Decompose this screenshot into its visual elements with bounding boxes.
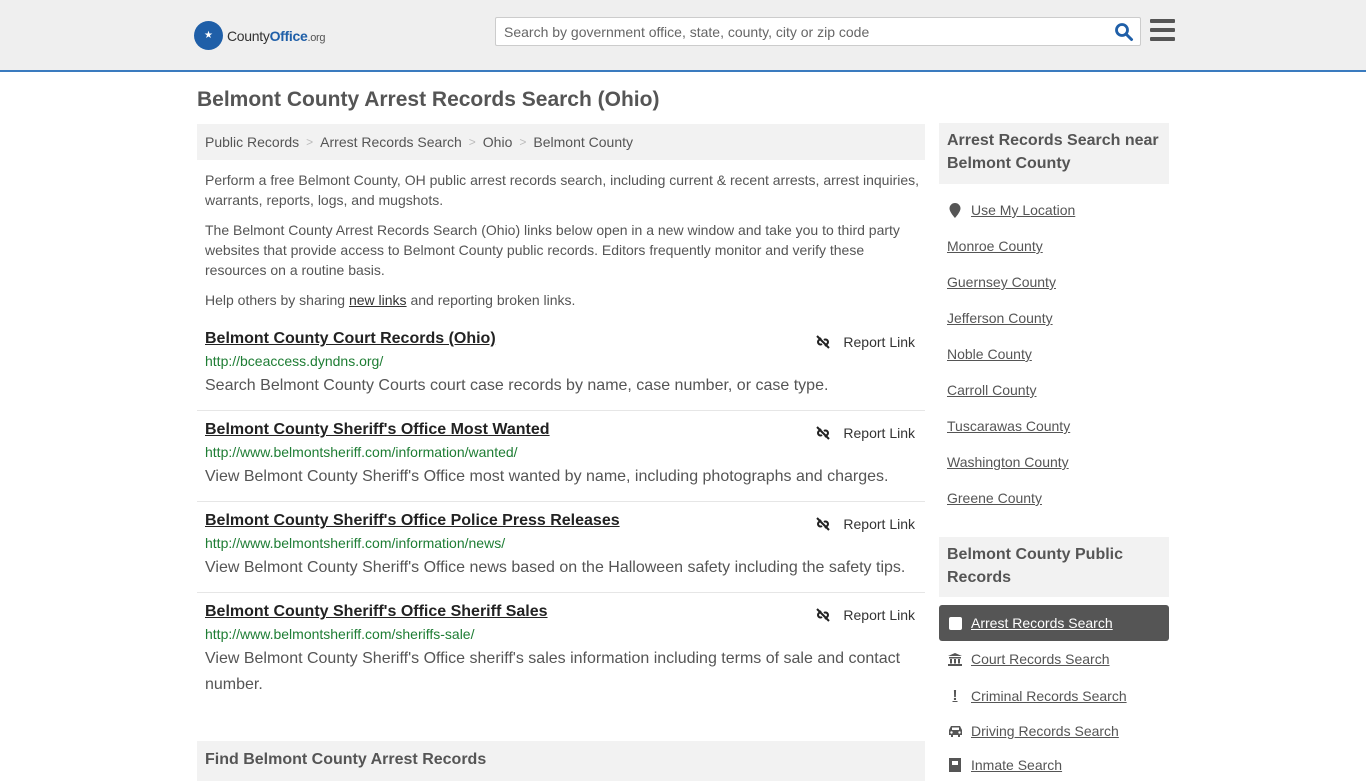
result-title-link[interactable]: Belmont County Sheriff's Office Police P… — [205, 512, 620, 530]
intro-paragraph-3: Help others by sharing new links and rep… — [205, 292, 576, 308]
find-arrest-records-heading: Find Belmont County Arrest Records — [197, 741, 925, 781]
result-url: http://www.belmontsheriff.com/sheriffs-s… — [205, 626, 475, 642]
result-title-link[interactable]: Belmont County Sheriff's Office Sheriff … — [205, 603, 548, 621]
sidebar-item-inmate-search[interactable]: Inmate Search — [947, 757, 1062, 773]
breadcrumb-separator: > — [468, 135, 476, 149]
intro-paragraph-2: The Belmont County Arrest Records Search… — [205, 222, 900, 278]
nearby-county-link[interactable]: Greene County — [947, 490, 1042, 506]
car-icon — [947, 725, 963, 737]
breadcrumb-public-records[interactable]: Public Records — [205, 134, 299, 150]
site-logo[interactable]: ★ CountyOffice.org — [194, 21, 326, 50]
result-item: Belmont County Sheriff's Office Police P… — [197, 512, 925, 593]
search-input[interactable] — [496, 18, 1096, 45]
public-records-heading: Belmont County Public Records — [939, 537, 1169, 597]
courthouse-icon — [947, 652, 963, 666]
nearby-county-link[interactable]: Noble County — [947, 346, 1032, 362]
sidebar-item-arrest-records[interactable]: Arrest Records Search — [939, 605, 1169, 641]
sidebar-item-court-records[interactable]: Court Records Search — [947, 651, 1110, 667]
page-title: Belmont County Arrest Records Search (Oh… — [197, 88, 660, 111]
new-links-link[interactable]: new links — [349, 292, 407, 308]
result-url: http://www.belmontsheriff.com/informatio… — [205, 444, 518, 460]
intro-paragraph-1: Perform a free Belmont County, OH public… — [205, 172, 920, 208]
result-item: Belmont County Court Records (Ohio) Repo… — [197, 330, 925, 411]
broken-link-icon — [816, 426, 831, 440]
report-link-button[interactable]: Report Link — [815, 334, 915, 350]
breadcrumb-separator: > — [306, 135, 314, 149]
result-url: http://www.belmontsheriff.com/informatio… — [205, 535, 506, 551]
square-icon — [949, 616, 962, 630]
logo-text-org: .org — [307, 31, 326, 44]
result-description: View Belmont County Sheriff's Office mos… — [205, 468, 889, 485]
nearby-county-link[interactable]: Carroll County — [947, 382, 1036, 398]
broken-link-icon — [816, 517, 831, 531]
sidebar-item-criminal-records[interactable]: ! Criminal Records Search — [947, 687, 1127, 704]
inmate-icon — [947, 758, 963, 772]
report-link-button[interactable]: Report Link — [815, 516, 915, 532]
broken-link-icon — [816, 335, 831, 349]
result-description: View Belmont County Sheriff's Office new… — [205, 559, 906, 576]
hamburger-menu-icon[interactable] — [1150, 19, 1175, 41]
sidebar-item-driving-records[interactable]: Driving Records Search — [947, 723, 1119, 739]
map-marker-icon — [947, 202, 963, 218]
breadcrumb-arrest-records[interactable]: Arrest Records Search — [320, 134, 462, 150]
result-url: http://bceaccess.dyndns.org/ — [205, 353, 384, 369]
site-header: ★ CountyOffice.org — [0, 0, 1366, 72]
nearby-county-link[interactable]: Guernsey County — [947, 274, 1056, 290]
result-description: Search Belmont County Courts court case … — [205, 377, 829, 394]
breadcrumb-separator: > — [519, 135, 527, 149]
nearby-county-link[interactable]: Washington County — [947, 454, 1069, 470]
report-link-button[interactable]: Report Link — [815, 425, 915, 441]
result-item: Belmont County Sheriff's Office Sheriff … — [197, 603, 925, 708]
search-box — [495, 17, 1141, 46]
exclamation-icon: ! — [952, 687, 958, 704]
logo-text-county: County — [227, 27, 270, 44]
result-item: Belmont County Sheriff's Office Most Wan… — [197, 421, 925, 502]
search-icon[interactable] — [1114, 22, 1134, 42]
result-title-link[interactable]: Belmont County Sheriff's Office Most Wan… — [205, 421, 550, 439]
report-link-button[interactable]: Report Link — [815, 607, 915, 623]
nearby-heading: Arrest Records Search near Belmont Count… — [939, 123, 1169, 184]
result-title-link[interactable]: Belmont County Court Records (Ohio) — [205, 330, 496, 348]
broken-link-icon — [816, 608, 831, 622]
logo-text-office: Office — [269, 27, 308, 44]
result-description: View Belmont County Sheriff's Office she… — [205, 650, 901, 693]
nearby-county-link[interactable]: Jefferson County — [947, 310, 1053, 326]
nearby-county-link[interactable]: Tuscarawas County — [947, 418, 1070, 434]
use-my-location-link[interactable]: Use My Location — [947, 202, 1075, 218]
breadcrumb-ohio[interactable]: Ohio — [483, 134, 513, 150]
nearby-county-link[interactable]: Monroe County — [947, 238, 1043, 254]
eagle-logo-icon: ★ — [194, 21, 223, 50]
breadcrumb-belmont-county[interactable]: Belmont County — [533, 134, 633, 150]
breadcrumb: Public Records > Arrest Records Search > O… — [197, 124, 925, 160]
